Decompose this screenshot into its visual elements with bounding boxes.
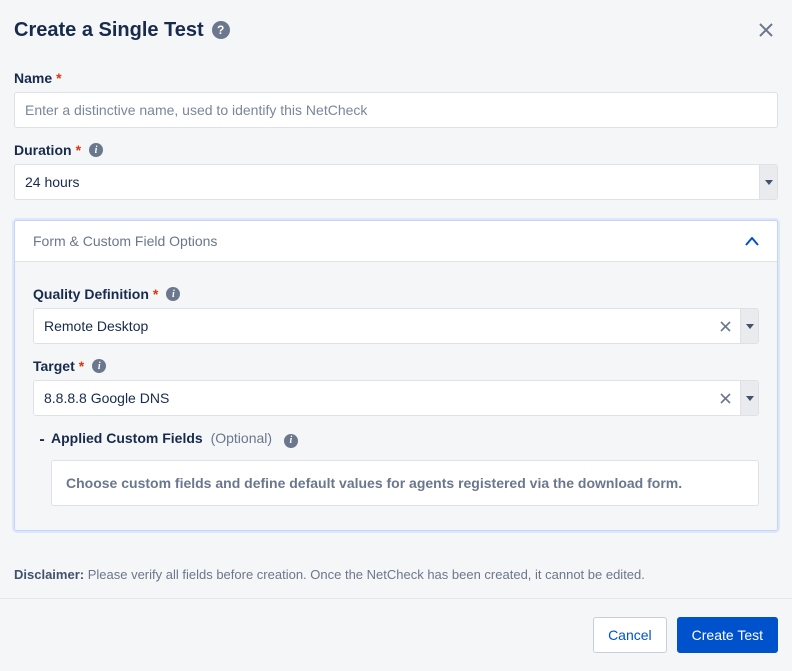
disclaimer-text: Please verify all fields before creation… [88, 567, 645, 582]
optional-badge: (Optional) [211, 430, 272, 446]
caret-down-icon [746, 324, 754, 329]
caret-down-icon [746, 396, 754, 401]
target-value: 8.8.8.8 Google DNS [34, 381, 710, 415]
info-icon[interactable]: i [89, 143, 103, 157]
custom-fields-title: Applied Custom Fields [51, 430, 203, 446]
target-select[interactable]: 8.8.8.8 Google DNS [33, 380, 759, 416]
dropdown-toggle[interactable] [740, 381, 758, 415]
required-indicator: * [76, 142, 81, 158]
collapse-toggle[interactable]: - [33, 430, 51, 449]
caret-down-icon [765, 180, 773, 185]
required-indicator: * [153, 286, 158, 302]
cancel-button[interactable]: Cancel [593, 617, 667, 653]
name-label: Name [14, 70, 52, 86]
close-button[interactable] [754, 18, 778, 42]
custom-fields-box[interactable]: Choose custom fields and define default … [51, 460, 759, 506]
quality-select[interactable]: Remote Desktop [33, 308, 759, 344]
duration-select[interactable]: 24 hours [14, 164, 778, 200]
clear-icon [720, 393, 731, 404]
create-test-button[interactable]: Create Test [677, 617, 778, 653]
close-icon [758, 22, 774, 38]
dropdown-toggle[interactable] [759, 165, 777, 199]
info-icon[interactable]: i [92, 359, 106, 373]
clear-target-button[interactable] [710, 381, 740, 415]
name-input[interactable] [14, 92, 778, 128]
required-indicator: * [56, 70, 61, 86]
duration-value: 24 hours [15, 165, 759, 199]
page-title: Create a Single Test [14, 19, 204, 42]
target-label: Target [33, 358, 75, 374]
info-icon[interactable]: i [166, 287, 180, 301]
quality-label: Quality Definition [33, 286, 149, 302]
accordion-title: Form & Custom Field Options [33, 233, 217, 249]
clear-quality-button[interactable] [710, 309, 740, 343]
quality-value: Remote Desktop [34, 309, 710, 343]
help-icon[interactable]: ? [212, 21, 230, 39]
duration-label: Duration [14, 142, 72, 158]
info-icon[interactable]: i [284, 434, 298, 448]
chevron-up-icon [745, 234, 759, 248]
dropdown-toggle[interactable] [740, 309, 758, 343]
disclaimer-label: Disclaimer: [14, 567, 84, 582]
clear-icon [720, 321, 731, 332]
required-indicator: * [79, 358, 84, 374]
accordion-header[interactable]: Form & Custom Field Options [15, 221, 777, 262]
